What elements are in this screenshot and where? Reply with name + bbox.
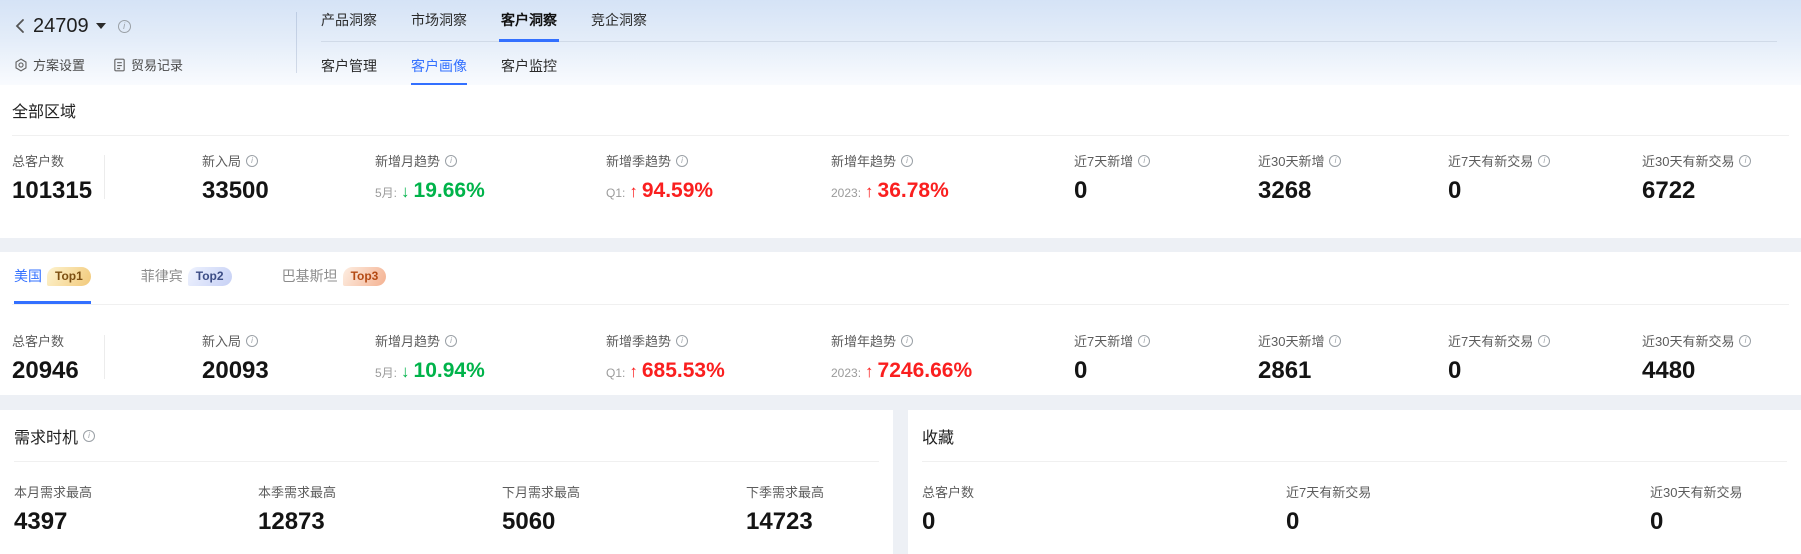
stat-month-trend: 新增月趋势 5月: ↓ 10.94% [375,331,606,385]
stat-new-30days: 近30天新增 2861 [1258,331,1448,385]
stat-new-entrants: 新入局 33500 [202,151,375,205]
stat-year-trend: 新增年趋势 2023: ↑ 7246.66% [831,331,1074,385]
info-icon[interactable] [901,335,913,347]
info-icon[interactable] [1739,335,1751,347]
arrow-up-icon: ↑ [865,182,874,202]
arrow-up-icon: ↑ [629,182,638,202]
info-icon[interactable] [1739,155,1751,167]
chevron-left-icon [14,18,26,34]
stat-trade-7days: 近7天有新交易 0 [1448,151,1642,205]
stat-total-customers: 总客户数 20946 [12,331,202,385]
gear-icon [14,58,28,72]
all-region-stats: 总客户数 101315 新入局 33500 新增月趋势 5月: ↓ 19.66%… [12,136,1789,205]
top2-badge: Top2 [188,267,232,286]
nav-tabs: 产品洞察 市场洞察 客户洞察 竞企洞察 [321,10,1777,42]
header-actions: 方案设置 贸易记录 [14,55,296,74]
stat-year-trend: 新增年趋势 2023: ↑ 36.78% [831,151,1074,205]
info-icon[interactable] [676,155,688,167]
page: 24709 方案设置 贸易记录 产品洞察 市场洞察 客户洞察 [0,0,1801,554]
info-icon[interactable] [676,335,688,347]
stat-quarter-trend: 新增季趋势 Q1: ↑ 94.59% [606,151,831,205]
stat-demand-next-month: 下月需求最高 5060 [502,482,746,536]
arrow-up-icon: ↑ [865,362,874,382]
all-region-title-text: 全部区域 [12,98,76,122]
clipboard-icon [113,58,126,72]
arrow-up-icon: ↑ [629,362,638,382]
back-button[interactable] [14,18,26,34]
all-region-card: 全部区域 总客户数 101315 新入局 33500 新增月趋势 5月: ↓ 1… [0,85,1801,238]
stat-new-30days: 近30天新增 3268 [1258,151,1448,205]
plan-settings-label: 方案设置 [33,55,85,74]
demand-timing-title: 需求时机 [14,424,879,448]
stat-new-7days: 近7天新增 0 [1074,151,1258,205]
info-icon[interactable] [1138,155,1150,167]
subtab-customer-monitor[interactable]: 客户监控 [501,56,557,76]
arrow-down-icon: ↓ [401,182,410,202]
header-left: 24709 方案设置 贸易记录 [0,0,296,85]
favorites-card: 收藏 总客户数 0 近7天有新交易 0 近30天有新交易 0 [908,410,1801,554]
info-icon[interactable] [1329,155,1341,167]
trade-records-button[interactable]: 贸易记录 [113,55,183,74]
info-icon[interactable] [246,335,258,347]
arrow-down-icon: ↓ [401,362,410,382]
top-header: 24709 方案设置 贸易记录 产品洞察 市场洞察 客户洞察 [0,0,1801,85]
tab-customer-insight[interactable]: 客户洞察 [501,10,557,30]
all-region-title: 全部区域 [12,98,1789,122]
country-tab-pakistan[interactable]: 巴基斯坦 Top3 [282,266,387,286]
top1-badge: Top1 [47,267,91,286]
subtab-customer-management[interactable]: 客户管理 [321,56,377,76]
stat-demand-this-quarter: 本季需求最高 12873 [258,482,502,536]
info-icon[interactable] [445,335,457,347]
favorites-stats: 总客户数 0 近7天有新交易 0 近30天有新交易 0 [922,462,1787,536]
country-stats: 总客户数 20946 新入局 20093 新增月趋势 5月: ↓ 10.94% … [12,305,1789,385]
stat-trade-30days: 近30天有新交易 4480 [1642,331,1789,385]
favorites-title: 收藏 [922,424,1787,448]
stat-new-entrants: 新入局 20093 [202,331,375,385]
trade-records-label: 贸易记录 [131,55,183,74]
info-icon[interactable] [1329,335,1341,347]
stat-fav-total-customers: 总客户数 0 [922,482,1286,536]
tab-product-insight[interactable]: 产品洞察 [321,10,377,30]
top3-badge: Top3 [343,267,387,286]
country-tab-usa[interactable]: 美国 Top1 [14,266,91,286]
stat-total-customers: 总客户数 101315 [12,151,202,205]
info-icon[interactable] [118,20,131,33]
caret-down-icon[interactable] [96,23,106,29]
tab-market-insight[interactable]: 市场洞察 [411,10,467,30]
stat-month-trend: 新增月趋势 5月: ↓ 19.66% [375,151,606,205]
stat-fav-trade-7days: 近7天有新交易 0 [1286,482,1650,536]
info-icon[interactable] [1138,335,1150,347]
country-tab-philippines[interactable]: 菲律宾 Top2 [141,266,232,286]
country-card: 美国 Top1 菲律宾 Top2 巴基斯坦 Top3 总客户数 20946 新入… [0,252,1801,395]
demand-timing-card: 需求时机 本月需求最高 4397 本季需求最高 12873 下月需求最高 506… [0,410,893,554]
plan-settings-button[interactable]: 方案设置 [14,55,85,74]
plan-selector-row: 24709 [14,12,296,40]
sub-tabs: 客户管理 客户画像 客户监控 [321,56,1777,76]
info-icon[interactable] [445,155,457,167]
stat-quarter-trend: 新增季趋势 Q1: ↑ 685.53% [606,331,831,385]
bottom-row: 需求时机 本月需求最高 4397 本季需求最高 12873 下月需求最高 506… [0,410,1801,554]
stat-demand-this-month: 本月需求最高 4397 [14,482,258,536]
demand-stats: 本月需求最高 4397 本季需求最高 12873 下月需求最高 5060 下季需… [14,462,879,536]
info-icon[interactable] [1538,155,1550,167]
stat-trade-7days: 近7天有新交易 0 [1448,331,1642,385]
main-navigation: 产品洞察 市场洞察 客户洞察 竞企洞察 客户管理 客户画像 客户监控 [297,0,1801,85]
tab-competitor-insight[interactable]: 竞企洞察 [591,10,647,30]
stat-fav-trade-30days: 近30天有新交易 0 [1650,482,1787,536]
stat-new-7days: 近7天新增 0 [1074,331,1258,385]
subtab-customer-profile[interactable]: 客户画像 [411,56,467,76]
info-icon[interactable] [83,430,95,442]
stat-demand-next-quarter: 下季需求最高 14723 [746,482,879,536]
info-icon[interactable] [246,155,258,167]
info-icon[interactable] [1538,335,1550,347]
stat-trade-30days: 近30天有新交易 6722 [1642,151,1789,205]
plan-id[interactable]: 24709 [33,15,89,38]
country-tabs: 美国 Top1 菲律宾 Top2 巴基斯坦 Top3 [12,262,1789,305]
info-icon[interactable] [901,155,913,167]
